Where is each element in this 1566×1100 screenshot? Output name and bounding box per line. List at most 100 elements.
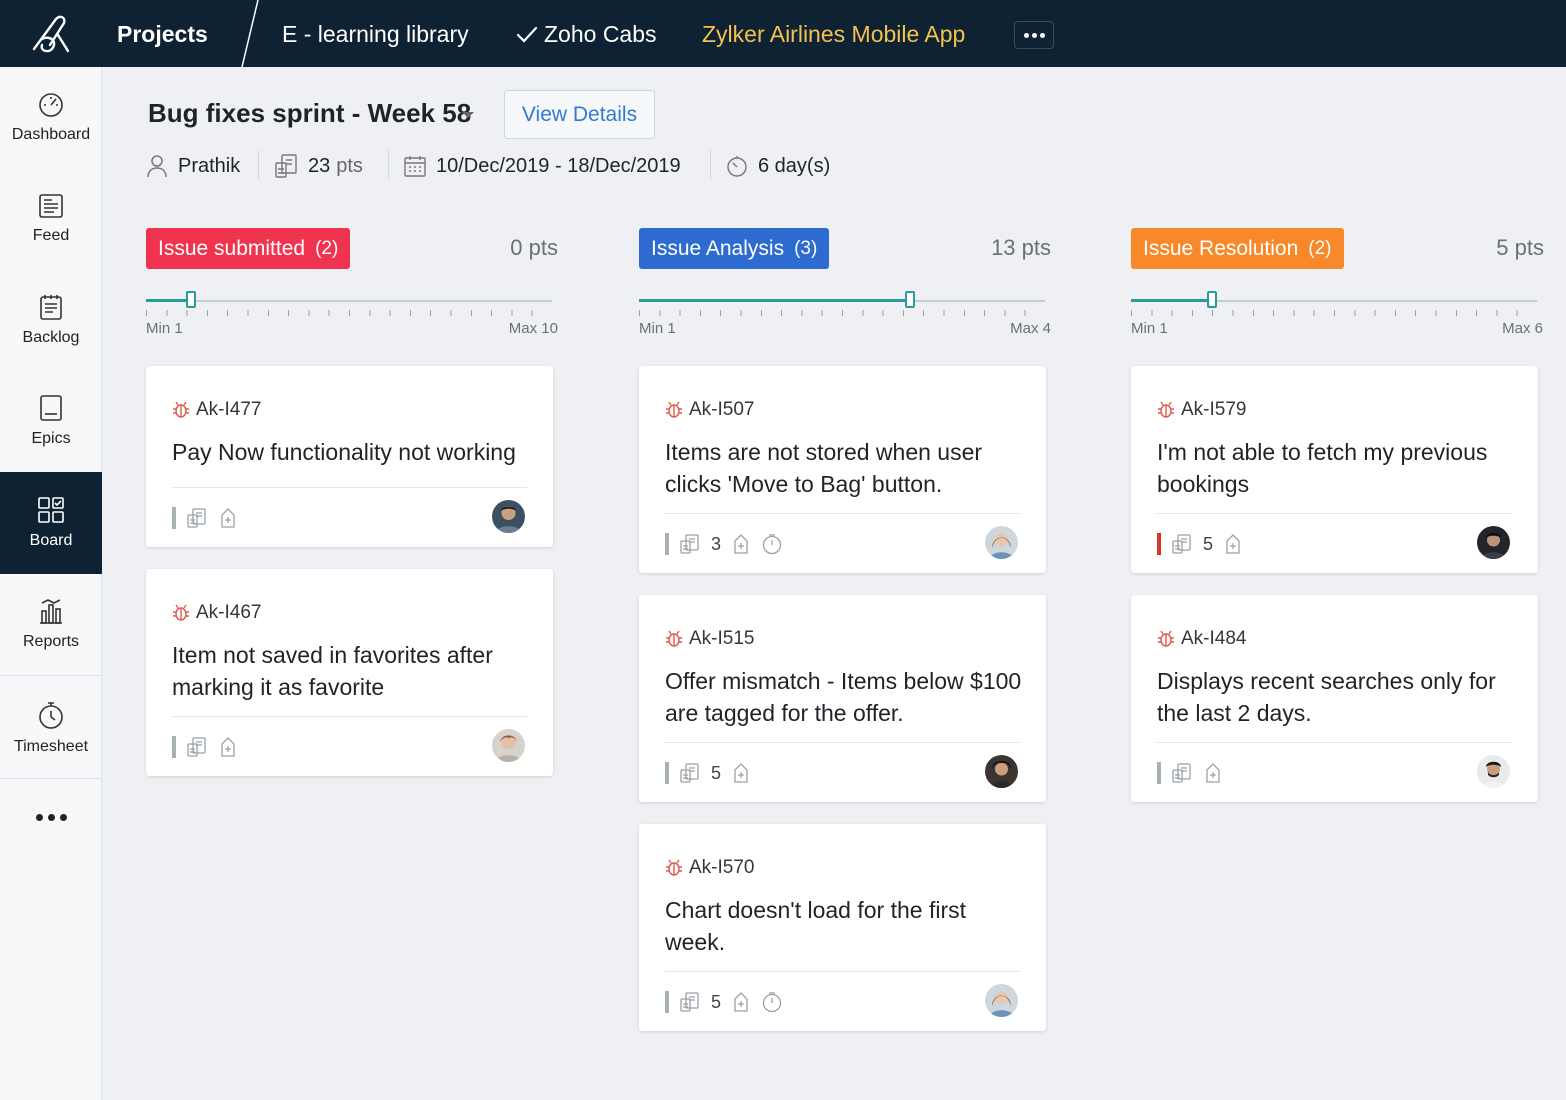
story-points-icon[interactable] [1171, 762, 1193, 784]
sidebar-label: Backlog [22, 329, 80, 346]
story-points-icon[interactable] [186, 507, 208, 529]
story-points-icon[interactable] [679, 991, 701, 1013]
tag-add-icon[interactable] [731, 991, 751, 1013]
story-points-value: 5 [1203, 533, 1214, 554]
card-divider [1157, 513, 1512, 514]
tab-zylker-airlines[interactable]: Zylker Airlines Mobile App [702, 21, 965, 48]
story-points-icon[interactable] [186, 736, 208, 758]
sidebar-more-button[interactable] [0, 807, 102, 827]
sprint-owner: Prathik [146, 152, 240, 180]
view-details-button[interactable]: View Details [504, 90, 655, 139]
sidebar-item-epics[interactable]: Epics [0, 370, 102, 472]
priority-indicator [665, 533, 669, 555]
end-date: 18/Dec/2019 [567, 154, 681, 177]
sidebar-item-board[interactable]: Board [0, 472, 102, 574]
tag-add-icon[interactable] [218, 736, 238, 758]
sidebar-label: Timesheet [13, 738, 89, 755]
date-separator: - [554, 154, 562, 177]
dot [1031, 32, 1037, 38]
assignee-avatar[interactable] [985, 984, 1018, 1017]
issue-card[interactable]: Ak-I507 Items are not stored when user c… [639, 366, 1046, 573]
assignee-avatar[interactable] [1477, 755, 1510, 788]
duration-value: 6 day(s) [758, 154, 831, 177]
tag-add-icon[interactable] [1203, 762, 1223, 784]
slider-thumb[interactable] [905, 291, 915, 308]
tag-add-icon[interactable] [1223, 533, 1243, 555]
issue-card[interactable]: Ak-I570 Chart doesn't load for the first… [639, 824, 1046, 1031]
timer-icon[interactable] [761, 991, 783, 1013]
assignee-avatar[interactable] [492, 500, 525, 533]
sidebar-item-reports[interactable]: Reports [0, 573, 102, 675]
story-points-icon[interactable] [1171, 533, 1193, 555]
assignee-avatar[interactable] [985, 755, 1018, 788]
wip-limit-slider[interactable]: Min 1 Max 10 [146, 290, 558, 340]
issue-card[interactable]: Ak-I515 Offer mismatch - Items below $10… [639, 595, 1046, 802]
tab-zoho-cabs-label: Zoho Cabs [544, 21, 657, 47]
issue-card[interactable]: Ak-I484 Displays recent searches only fo… [1131, 595, 1538, 802]
wip-limit-slider[interactable]: Min 1 Max 6 [1131, 290, 1543, 340]
issue-card[interactable]: Ak-I477 Pay Now functionality not workin… [146, 366, 553, 547]
sprint-title[interactable]: Bug fixes sprint - Week 58 [148, 98, 471, 129]
backlog-icon [40, 295, 62, 320]
issue-title: Items are not stored when user clicks 'M… [665, 439, 983, 497]
column-status-badge[interactable]: Issue submitted (2) [146, 228, 351, 269]
issue-id: Ak-I484 [1157, 628, 1246, 650]
more-tabs-button[interactable] [1014, 21, 1054, 49]
sidebar-label: Feed [32, 227, 70, 244]
story-points-icon[interactable] [679, 762, 701, 784]
issue-id: Ak-I570 [665, 857, 754, 879]
card-footer [172, 734, 238, 760]
app-logo-icon[interactable] [0, 0, 102, 67]
sprint-dates: 10/Dec/2019 - 18/Dec/2019 [404, 152, 681, 180]
top-navigation-bar: Projects E - learning library Zoho Cabs … [0, 0, 1566, 67]
tag-add-icon[interactable] [731, 533, 751, 555]
card-divider [665, 513, 1020, 514]
issue-card[interactable]: Ak-I579 I'm not able to fetch my previou… [1131, 366, 1538, 573]
sidebar-item-backlog[interactable]: Backlog [0, 269, 102, 371]
reports-icon [40, 599, 62, 624]
tab-e-learning-library[interactable]: E - learning library [282, 21, 469, 48]
projects-link[interactable]: Projects [117, 21, 208, 48]
story-points-icon[interactable] [679, 533, 701, 555]
tag-add-icon[interactable] [731, 762, 751, 784]
slider-min-label: Min 1 [1131, 320, 1168, 337]
column-status-badge[interactable]: Issue Analysis (3) [639, 228, 830, 269]
wip-limit-slider[interactable]: Min 1 Max 4 [639, 290, 1051, 340]
bug-icon [1158, 401, 1174, 418]
assignee-avatar[interactable] [1477, 526, 1510, 559]
sidebar-item-dashboard[interactable]: Dashboard [0, 67, 102, 169]
tab-zoho-cabs[interactable]: Zoho Cabs [516, 21, 657, 48]
card-footer [1157, 760, 1223, 786]
card-footer [172, 505, 238, 531]
column-count: (2) [1308, 237, 1332, 259]
issue-id: Ak-I467 [172, 602, 261, 624]
sidebar-label: Dashboard [11, 126, 91, 143]
column-name: Issue submitted [158, 236, 306, 260]
timesheet-icon [39, 702, 63, 729]
sidebar-label: Epics [31, 430, 71, 447]
issue-title: Item not saved in favorites after markin… [172, 642, 493, 700]
timer-icon[interactable] [761, 533, 783, 555]
sidebar: Dashboard Feed Backlog Epics Board Repor… [0, 67, 102, 1100]
slider-thumb[interactable] [186, 291, 196, 308]
sprint-points: 23 pts [274, 152, 363, 180]
meta-divider [710, 150, 711, 180]
column-status-badge[interactable]: Issue Resolution (2) [1131, 228, 1344, 269]
card-divider [172, 487, 527, 488]
priority-indicator [665, 991, 669, 1013]
assignee-avatar[interactable] [985, 526, 1018, 559]
chevron-down-icon[interactable] [460, 110, 476, 120]
bug-icon [1158, 630, 1174, 647]
issue-title: Chart doesn't load for the first week. [665, 897, 966, 955]
sprint-duration: 6 day(s) [726, 152, 830, 180]
assignee-avatar[interactable] [492, 729, 525, 762]
slider-thumb[interactable] [1207, 291, 1217, 308]
issue-card[interactable]: Ak-I467 Item not saved in favorites afte… [146, 569, 553, 776]
sidebar-item-feed[interactable]: Feed [0, 168, 102, 270]
tag-add-icon[interactable] [218, 507, 238, 529]
feed-icon [39, 194, 63, 218]
column-count: (2) [315, 237, 339, 259]
issue-title: Offer mismatch - Items below $100 are ta… [665, 668, 1022, 726]
card-footer: 5 [665, 760, 751, 786]
sidebar-item-timesheet[interactable]: Timesheet [0, 677, 102, 779]
